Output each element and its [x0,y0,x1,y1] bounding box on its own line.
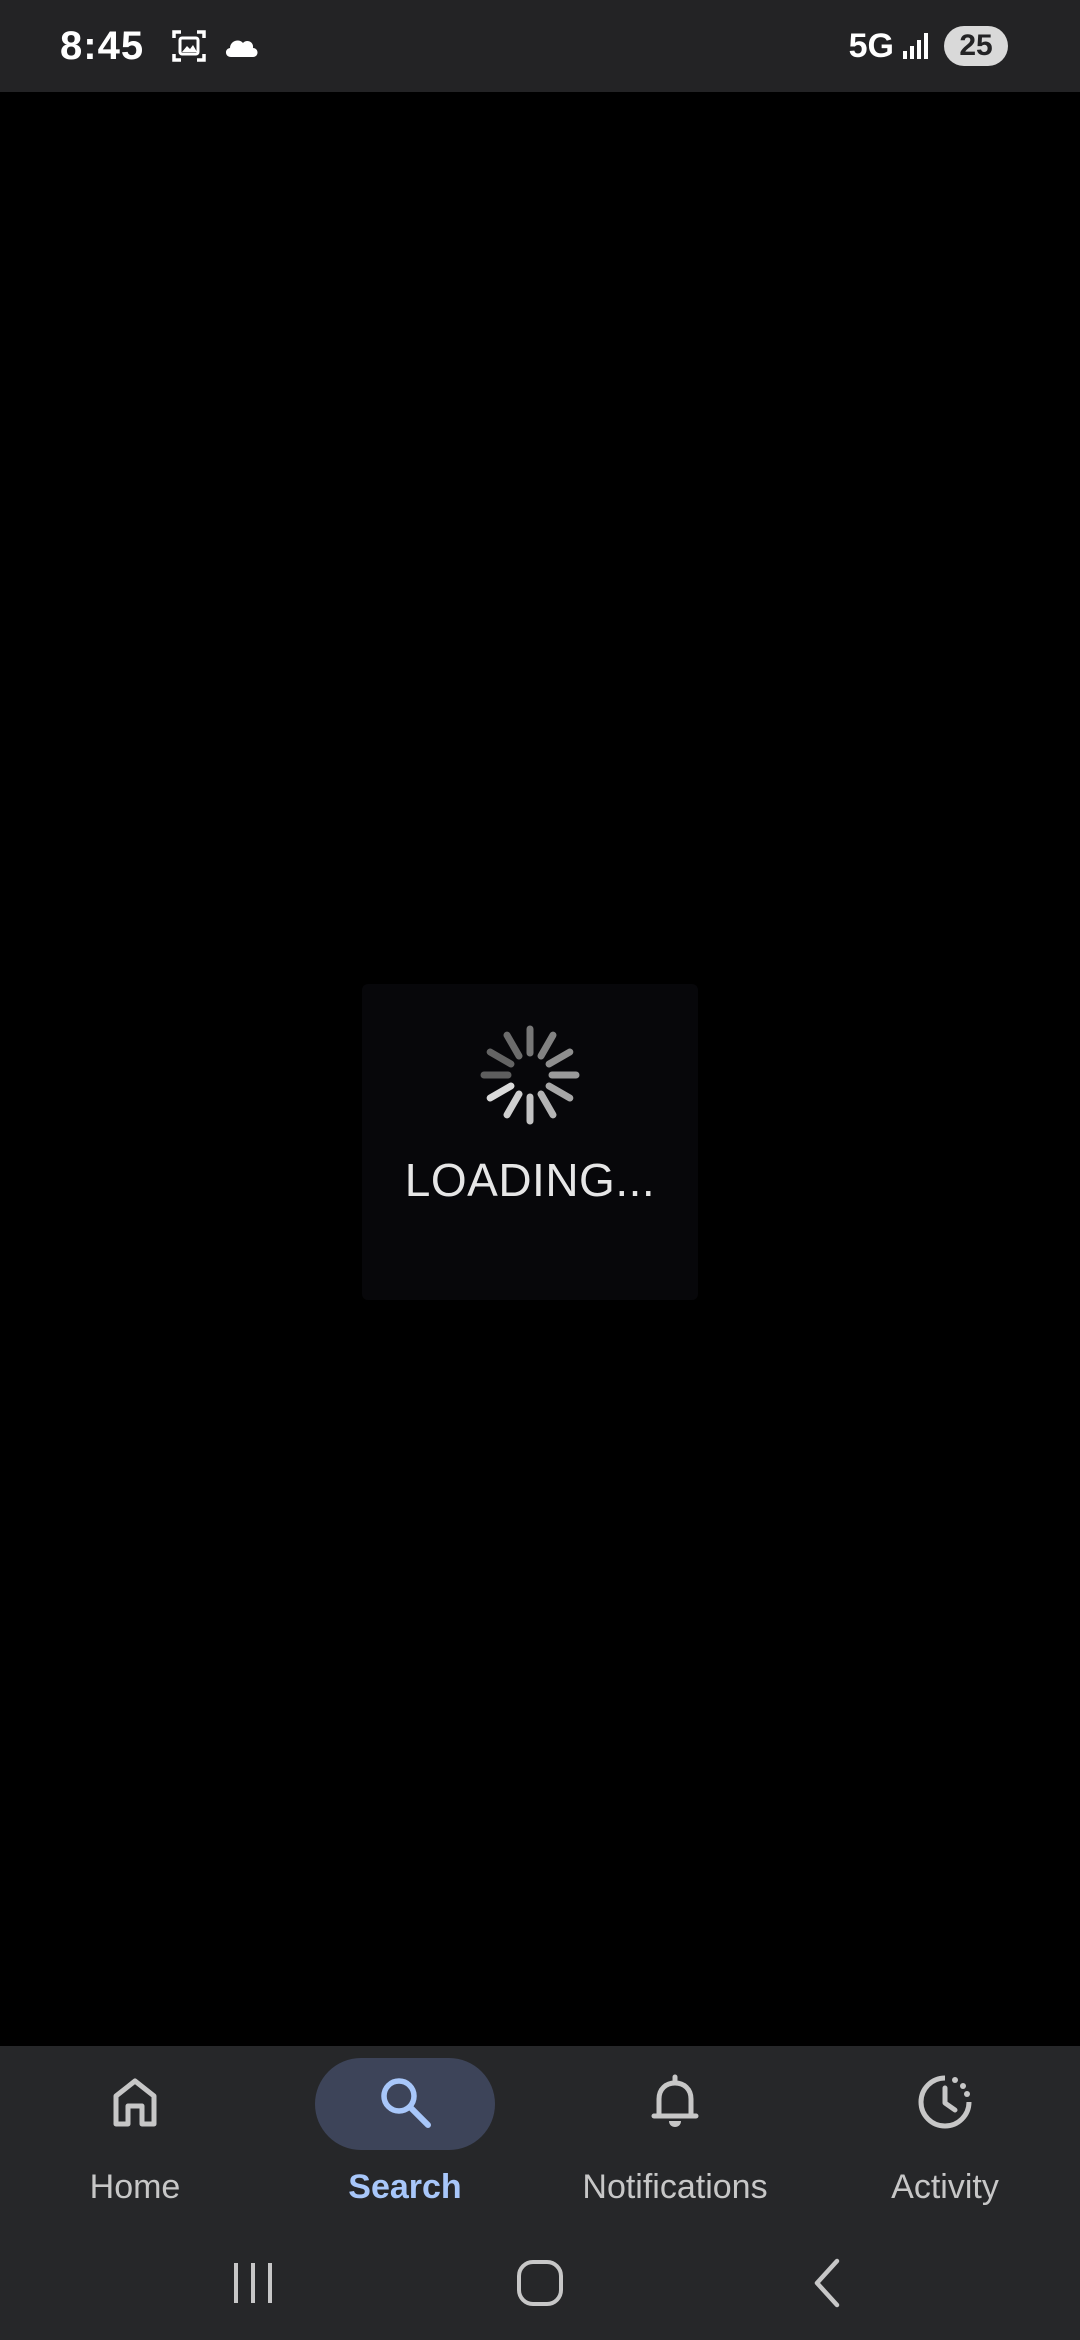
nav-pill-home [45,2058,225,2150]
activity-clock-icon [915,2072,975,2137]
loading-overlay: LOADING... [362,984,698,1300]
nav-label-search: Search [348,2168,462,2206]
nav-pill-activity [855,2058,1035,2150]
nav-item-search[interactable]: Search [270,2046,540,2230]
loading-text: LOADING... [404,1154,656,1206]
screen: 8:45 5G 25 LOADING... Home Search Notifi… [0,0,1080,2340]
system-home-button[interactable] [480,2240,600,2330]
nav-label-home: Home [89,2168,181,2206]
nav-item-activity[interactable]: Activity [810,2046,1080,2230]
bell-icon [647,2074,703,2135]
nav-item-notifications[interactable]: Notifications [540,2046,810,2230]
signal-bars-icon [902,31,932,61]
content-area: LOADING... [0,92,1080,2046]
nav-label-activity: Activity [891,2168,999,2206]
status-time: 8:45 [60,23,145,68]
screenshot-icon [170,28,208,64]
network-type: 5G [848,26,894,65]
nav-item-home[interactable]: Home [0,2046,270,2230]
battery-indicator: 25 [944,26,1008,66]
bottom-nav: Home Search Notifications Activity [0,2046,1080,2230]
status-left: 8:45 [60,24,260,69]
system-nav-bar [0,2230,1080,2340]
nav-label-notifications: Notifications [582,2168,768,2206]
recents-icon [228,2258,278,2313]
back-icon [807,2257,847,2314]
status-right: 5G 25 [849,26,1008,66]
status-bar: 8:45 5G 25 [0,0,1080,92]
home-button-icon [514,2257,566,2314]
nav-pill-notifications [585,2058,765,2150]
nav-pill-search [315,2058,495,2150]
recents-button[interactable] [193,2240,313,2330]
back-button[interactable] [767,2240,887,2330]
spinner-icon [475,1020,585,1135]
cloud-icon [222,33,260,59]
search-icon [376,2073,434,2136]
home-icon [107,2074,163,2135]
